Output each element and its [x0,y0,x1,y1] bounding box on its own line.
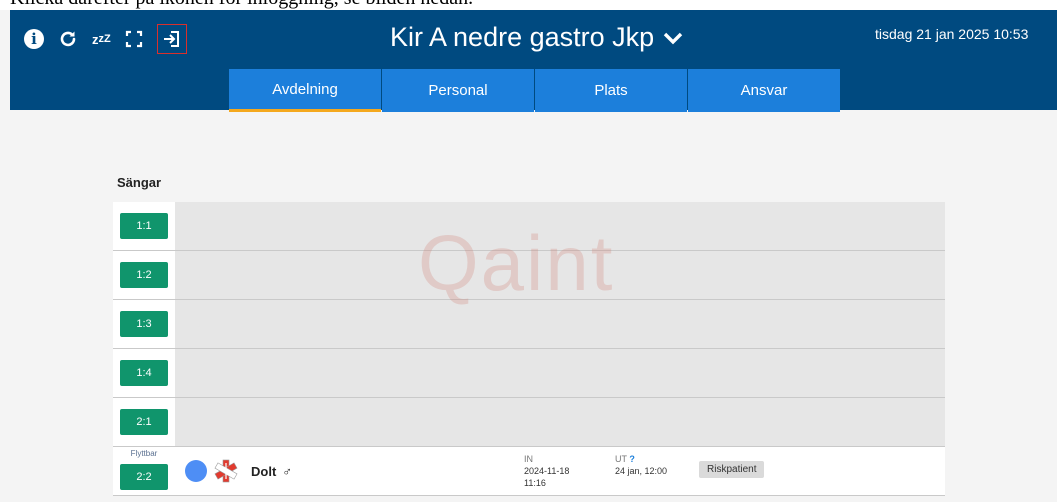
ut-value: 24 jan, 12:00 [615,466,668,476]
bed-button[interactable]: 1:1 [120,213,168,239]
caption-text: Klicka därefter på ikonen för inloggning… [10,0,473,10]
tab-plats[interactable]: Plats [535,69,687,112]
patient-name: Dolt [251,463,277,479]
movable-tag: Flyttbar [130,449,158,458]
datetime: tisdag 21 jan 2025 10:53 [875,26,1029,42]
tab-ansvar[interactable]: Ansvar [688,69,840,112]
bed-button[interactable]: 2:1 [120,409,168,435]
watermark: Qaint [418,219,615,307]
bed-row[interactable]: 1:4 [113,349,945,398]
bed-button[interactable]: 1:2 [120,262,168,288]
in-date: 2024-11-18 [524,466,570,476]
ut-label: UT [615,454,627,464]
bed-button[interactable]: 1:3 [120,311,168,337]
fullscreen-icon[interactable] [125,30,143,48]
medical-star-icon [214,459,238,483]
admission-info: IN 2024-11-18 11:16 [524,453,569,489]
status-badge: Riskpatient [699,461,765,478]
tab-avdelning[interactable]: Avdelning [229,69,381,112]
avatar [185,460,207,482]
tab-personal[interactable]: Personal [382,69,534,112]
discharge-info: UT ? 24 jan, 12:00 [615,453,667,477]
department-title: Kir A nedre gastro Jkp [390,22,655,52]
bed-row-occupied[interactable]: Flyttbar 2:2 Dolt ♂ IN 2024-11-18 11:16 … [113,447,945,496]
bed-button[interactable]: 1:4 [120,360,168,386]
patient-info[interactable]: Dolt ♂ [185,447,292,495]
login-button[interactable] [156,24,187,54]
in-time: 11:16 [524,478,546,488]
ut-question-icon[interactable]: ? [629,454,635,464]
instruction-caption: Klicka därefter på ikonen för inloggning… [0,0,1057,10]
bed-button[interactable]: 2:2 [120,464,168,490]
in-label: IN [524,454,533,464]
department-selector[interactable]: Kir A nedre gastro Jkp [390,22,684,53]
bed-row[interactable]: 2:1 [113,398,945,447]
section-title: Sängar [117,175,162,190]
info-icon[interactable]: i [24,29,44,49]
sleep-icon[interactable]: z zZ [92,32,111,47]
tab-bar: Avdelning Personal Plats Ansvar [229,69,841,112]
toolbar-icons: i z zZ [24,24,187,54]
top-bar: i z zZ Kir A nedre gastro Jkp tisdag 21 j… [10,10,1057,112]
refresh-icon[interactable] [58,29,78,49]
gender-icon: ♂ [282,463,293,479]
chevron-down-icon [663,32,683,44]
login-icon [163,31,179,47]
